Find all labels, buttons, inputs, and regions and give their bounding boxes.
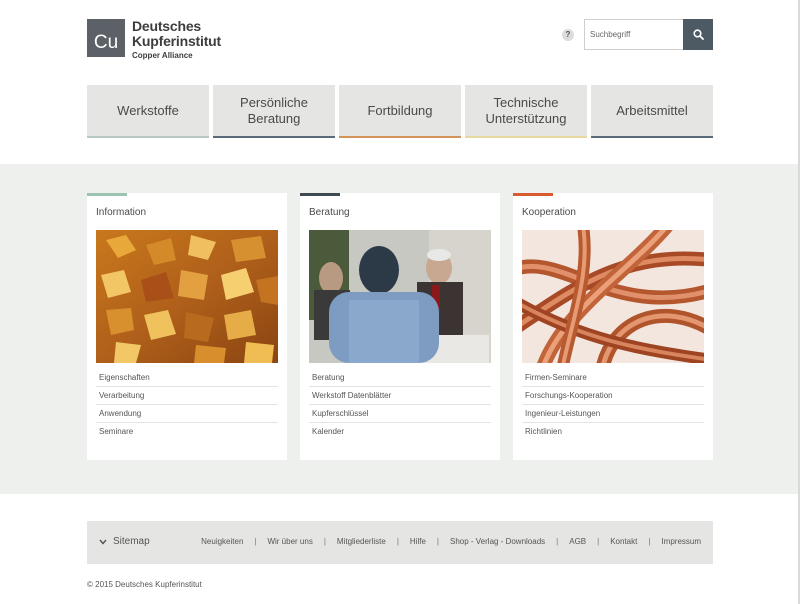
search-icon [692,29,704,40]
logo-tagline: Copper Alliance [132,51,193,60]
footer-separator: | [597,537,600,546]
consultation-meeting-image [309,230,491,363]
copper-wires-image [522,230,704,363]
card-link[interactable]: Forschungs-Kooperation [522,387,704,405]
nav-item-arbeitsmittel[interactable]: Arbeitsmittel [591,85,713,138]
help-icon[interactable]: ? [562,29,574,41]
card-image-consultation-meeting[interactable] [309,230,491,363]
card-link[interactable]: Werkstoff Datenblätter [309,387,491,405]
card-title[interactable]: Kooperation [522,207,576,218]
card-kooperation: Kooperation Firmen-Seminare Forschungs-K… [513,193,713,460]
card-link-list: Eigenschaften Verarbeitung Anwendung Sem… [96,369,278,441]
card-link[interactable]: Verarbeitung [96,387,278,405]
copper-microstructure-image [96,230,278,363]
footer-separator: | [323,537,326,546]
logo-mark: Cu [87,19,125,57]
sitemap-toggle[interactable]: Sitemap [99,536,150,547]
card-accent-bar [300,193,340,196]
sitemap-label: Sitemap [113,536,150,547]
card-link[interactable]: Anwendung [96,405,278,423]
footer-link-neuigkeiten[interactable]: Neuigkeiten [201,537,243,546]
card-title[interactable]: Beratung [309,207,350,218]
footer-links: Neuigkeiten | Wir über uns | Mitgliederl… [201,537,701,546]
search-button[interactable] [683,19,713,50]
card-link[interactable]: Seminare [96,423,278,441]
card-accent-bar [513,193,553,196]
card-link-list: Beratung Werkstoff Datenblätter Kupfersc… [309,369,491,441]
footer-link-kontakt[interactable]: Kontakt [610,537,637,546]
footer-separator: | [436,537,439,546]
footer-separator: | [254,537,257,546]
card-link[interactable]: Ingenieur-Leistungen [522,405,704,423]
card-link[interactable]: Richtlinien [522,423,704,441]
footer-link-mitgliederliste[interactable]: Mitgliederliste [337,537,386,546]
nav-item-technische-unterstuetzung[interactable]: Technische Unterstützung [465,85,587,138]
card-title[interactable]: Information [96,207,146,218]
main-navigation: Werkstoffe Persönliche Beratung Fortbild… [87,85,713,138]
footer-link-impressum[interactable]: Impressum [661,537,701,546]
nav-item-persoenliche-beratung[interactable]: Persönliche Beratung [213,85,335,138]
card-link[interactable]: Beratung [309,369,491,387]
footer-link-agb[interactable]: AGB [569,537,586,546]
footer-link-hilfe[interactable]: Hilfe [410,537,426,546]
card-link[interactable]: Firmen-Seminare [522,369,704,387]
nav-item-fortbildung[interactable]: Fortbildung [339,85,461,138]
footer-separator: | [556,537,559,546]
footer-link-wir-ueber-uns[interactable]: Wir über uns [267,537,312,546]
nav-item-werkstoffe[interactable]: Werkstoffe [87,85,209,138]
card-link-list: Firmen-Seminare Forschungs-Kooperation I… [522,369,704,441]
card-image-copper-wires[interactable] [522,230,704,363]
footer-separator: | [648,537,651,546]
card-link[interactable]: Eigenschaften [96,369,278,387]
card-link[interactable]: Kupferschlüssel [309,405,491,423]
footer-bar: Sitemap Neuigkeiten | Wir über uns | Mit… [87,521,713,564]
copyright-text: © 2015 Deutsches Kupferinstitut [87,580,202,589]
card-link[interactable]: Kalender [309,423,491,441]
site-logo[interactable]: Cu Deutsches Kupferinstitut Copper Allia… [87,19,221,60]
footer-separator: | [396,537,399,546]
footer-link-shop[interactable]: Shop - Verlag - Downloads [450,537,545,546]
logo-line-1: Deutsches [132,18,202,34]
chevron-down-icon [99,539,107,545]
card-accent-bar [87,193,127,196]
logo-line-2: Kupferinstitut [132,33,221,49]
logo-wordmark: Deutsches Kupferinstitut Copper Alliance [132,19,221,60]
card-information: Information Eigenschaften Verarbeitung A… [87,193,287,460]
search-input[interactable] [584,19,683,50]
card-beratung: Beratung Beratung Werkstoff Datenblätter… [300,193,500,460]
card-image-copper-microstructure[interactable] [96,230,278,363]
